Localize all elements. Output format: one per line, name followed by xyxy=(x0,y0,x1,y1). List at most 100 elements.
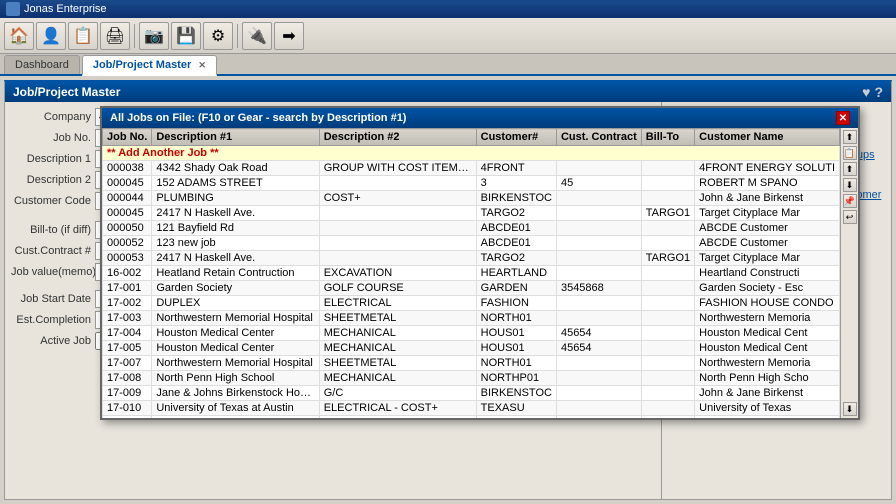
cell-cust-contract xyxy=(556,236,641,251)
cell-cust-contract xyxy=(556,251,641,266)
cell-bill-to xyxy=(641,386,694,401)
cell-job-no: 000038 xyxy=(103,161,152,176)
side-btn-6[interactable]: ↩ xyxy=(843,210,857,224)
table-row[interactable]: 000053 2417 N Haskell Ave. TARGO2 TARGO1… xyxy=(103,251,840,266)
toolbar-settings[interactable]: ⚙ xyxy=(203,22,233,50)
toolbar-connect[interactable]: 🔌 xyxy=(242,22,272,50)
cell-job-no: 000045 xyxy=(103,206,152,221)
est-completion-label: Est.Completion xyxy=(11,314,91,326)
cell-job-no: 000053 xyxy=(103,251,152,266)
company-label: Company xyxy=(11,111,91,123)
help-icon[interactable]: ? xyxy=(874,84,883,100)
cell-bill-to xyxy=(641,401,694,416)
popup-title-bar: All Jobs on File: (F10 or Gear - search … xyxy=(102,108,858,128)
cell-cust-contract xyxy=(556,191,641,206)
toolbar-sep2 xyxy=(237,24,238,48)
cell-desc2: ELECTRICAL - COST+ xyxy=(319,401,476,416)
table-row[interactable]: 17-010 University of Texas at Austin ELE… xyxy=(103,401,840,416)
jobs-table: Job No. Description #1 Description #2 Cu… xyxy=(102,128,840,418)
cell-customer: 3 xyxy=(476,176,556,191)
cell-customer-name: Houston Medical Cent xyxy=(695,341,840,356)
table-row[interactable]: 17-008 North Penn High School MECHANICAL… xyxy=(103,371,840,386)
cell-job-no: 17-010 xyxy=(103,401,152,416)
job-value-label: Job value(memo) xyxy=(11,266,91,278)
tab-dashboard[interactable]: Dashboard xyxy=(4,55,80,74)
col-customer-name: Customer Name xyxy=(695,129,840,146)
cell-desc2: ELECTRICAL xyxy=(319,416,476,419)
popup-close-btn[interactable]: ✕ xyxy=(836,111,850,125)
tab-job-project[interactable]: Job/Project Master ✕ xyxy=(82,55,217,76)
toolbar: 🏠 👤 📋 🖨 📷 💾 ⚙ 🔌 ➡ xyxy=(0,18,896,54)
cell-customer-name: ABCDE Customer xyxy=(695,236,840,251)
main-area: Job/Project Master ♥ ? Company 📂 Job No.… xyxy=(0,76,896,504)
cell-bill-to xyxy=(641,236,694,251)
cell-customer: HEARTLAND xyxy=(476,266,556,281)
cell-desc2: GOLF COURSE xyxy=(319,281,476,296)
table-row[interactable]: 17-002 DUPLEX ELECTRICAL FASHION FASHION… xyxy=(103,296,840,311)
cell-job-no: 17-004 xyxy=(103,326,152,341)
cell-desc1: Houston Medical Center xyxy=(152,341,319,356)
table-row[interactable]: 17-007 Northwestern Memorial Hospital SH… xyxy=(103,356,840,371)
side-btn-3[interactable]: ⬆ xyxy=(843,162,857,176)
cell-bill-to xyxy=(641,161,694,176)
cell-bill-to xyxy=(641,371,694,386)
side-btn-4[interactable]: ⬇ xyxy=(843,178,857,192)
toolbar-camera[interactable]: 📷 xyxy=(139,22,169,50)
cell-desc2: SHEETMETAL xyxy=(319,311,476,326)
table-row[interactable]: 17-004 Houston Medical Center MECHANICAL… xyxy=(103,326,840,341)
table-row[interactable]: 000050 121 Bayfield Rd ABCDE01 ABCDE Cus… xyxy=(103,221,840,236)
cell-cust-contract xyxy=(556,371,641,386)
table-row[interactable]: 000045 2417 N Haskell Ave. TARGO2 TARGO1… xyxy=(103,206,840,221)
side-btn-1[interactable]: ⬆ xyxy=(843,130,857,144)
table-row[interactable]: 17-005 Houston Medical Center MECHANICAL… xyxy=(103,341,840,356)
table-row[interactable]: 17-009 Jane & Johns Birkenstock Home G/C… xyxy=(103,386,840,401)
table-row[interactable]: 17-001 Garden Society GOLF COURSE GARDEN… xyxy=(103,281,840,296)
add-job-row[interactable]: ** Add Another Job ** xyxy=(103,146,840,161)
cell-desc2: ELECTRICAL xyxy=(319,296,476,311)
col-bill-to: Bill-To xyxy=(641,129,694,146)
side-btn-2[interactable]: 📋 xyxy=(843,146,857,160)
cell-desc2: EXCAVATION xyxy=(319,266,476,281)
table-row[interactable]: 000045 152 ADAMS STREET 3 45 ROBERT M SP… xyxy=(103,176,840,191)
cell-customer: GARDEN xyxy=(476,281,556,296)
toolbar-save[interactable]: 💾 xyxy=(171,22,201,50)
cell-desc1: 121 Bayfield Rd xyxy=(152,221,319,236)
cell-bill-to: TARGO1 xyxy=(641,206,694,221)
cell-customer-name: ABCDE Customer xyxy=(695,221,840,236)
heart-icon[interactable]: ♥ xyxy=(862,84,870,100)
cell-desc2: MECHANICAL xyxy=(319,326,476,341)
table-row[interactable]: 000052 123 new job ABCDE01 ABCDE Custome… xyxy=(103,236,840,251)
toolbar-arrow[interactable]: ➡ xyxy=(274,22,304,50)
cell-cust-contract xyxy=(556,296,641,311)
toolbar-print[interactable]: 🖨 xyxy=(100,22,130,50)
cell-customer: NORTH01 xyxy=(476,311,556,326)
table-row[interactable]: 000038 4342 Shady Oak Road GROUP WITH CO… xyxy=(103,161,840,176)
table-row[interactable]: 000044 PLUMBING COST+ BIRKENSTOC John & … xyxy=(103,191,840,206)
cell-customer: TEXASU xyxy=(476,401,556,416)
desc2-label: Description 2 xyxy=(11,174,91,186)
toolbar-home[interactable]: 🏠 xyxy=(4,22,34,50)
toolbar-list[interactable]: 📋 xyxy=(68,22,98,50)
cell-job-no: 17-001 xyxy=(103,281,152,296)
cell-bill-to xyxy=(641,221,694,236)
jobs-table-container[interactable]: Job No. Description #1 Description #2 Cu… xyxy=(102,128,840,418)
cell-cust-contract xyxy=(556,356,641,371)
cell-desc1: PLUMBING xyxy=(152,191,319,206)
cell-customer-name: ROBERT M SPANO xyxy=(695,176,840,191)
side-btn-5[interactable]: 📌 xyxy=(843,194,857,208)
side-btn-bottom[interactable]: ⬇ xyxy=(843,402,857,416)
toolbar-user[interactable]: 👤 xyxy=(36,22,66,50)
table-row[interactable]: 17-003 Northwestern Memorial Hospital SH… xyxy=(103,311,840,326)
jpm-title: Job/Project Master xyxy=(13,85,120,99)
cell-bill-to xyxy=(641,326,694,341)
cell-customer-name: John & Jane Birkenst xyxy=(695,386,840,401)
tab-bar: Dashboard Job/Project Master ✕ xyxy=(0,54,896,76)
table-row[interactable]: 16-002 Heatland Retain Contruction EXCAV… xyxy=(103,266,840,281)
table-row[interactable]: 17-011 Ohio Stadium - The Shoe ELECTRICA… xyxy=(103,416,840,419)
toolbar-sep1 xyxy=(134,24,135,48)
tab-close-icon[interactable]: ✕ xyxy=(198,60,206,70)
cell-customer-name: John & Jane Birkenst xyxy=(695,191,840,206)
add-job-label: ** Add Another Job ** xyxy=(103,146,840,161)
col-desc1: Description #1 xyxy=(152,129,319,146)
cell-bill-to xyxy=(641,311,694,326)
